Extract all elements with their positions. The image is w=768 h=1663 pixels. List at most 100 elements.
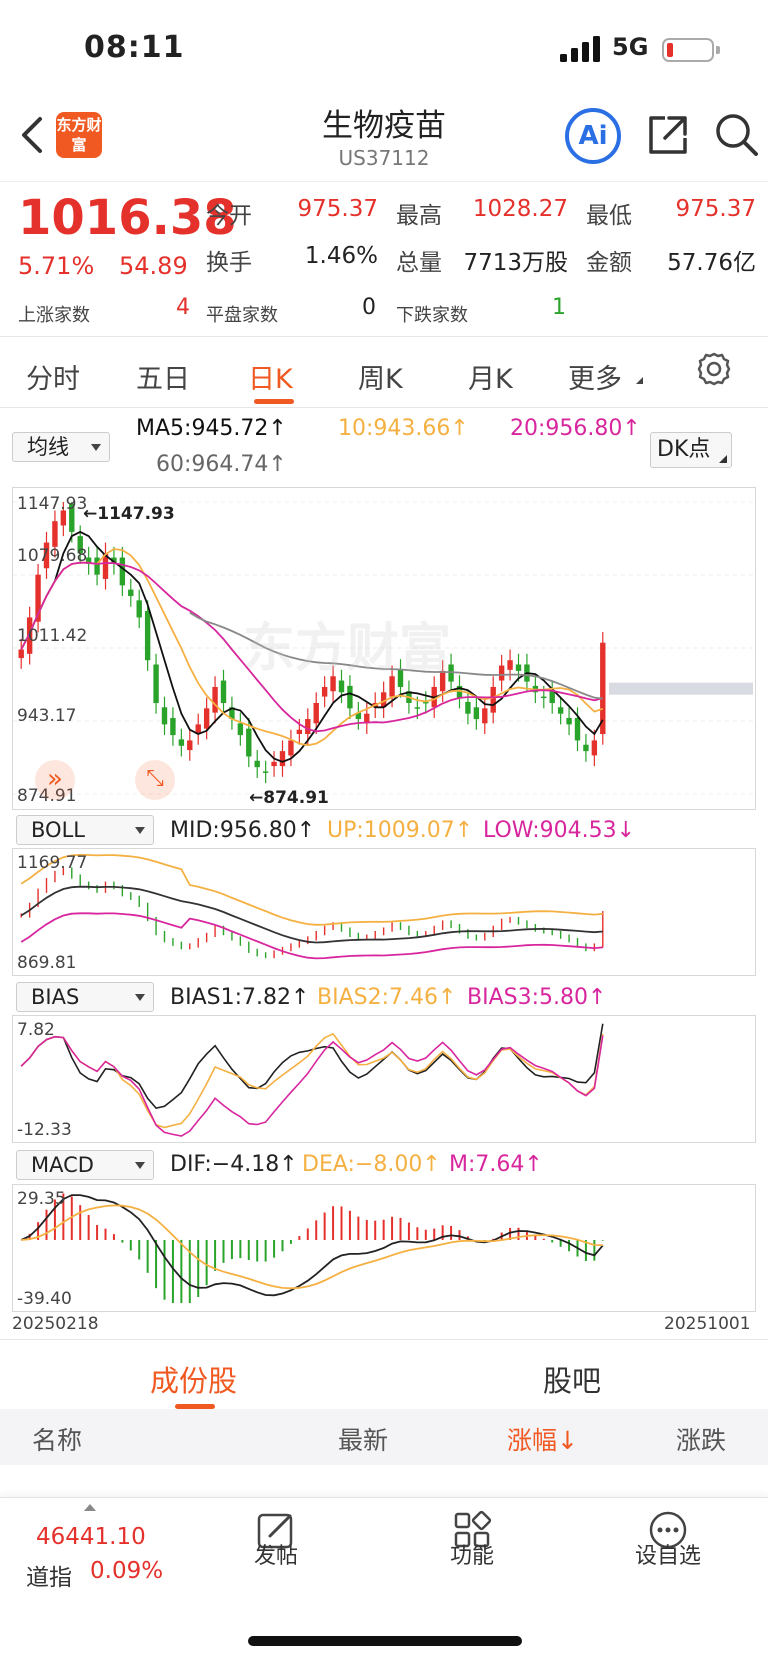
kline-y-4: 943.17 bbox=[17, 706, 77, 726]
candle-body bbox=[237, 723, 244, 736]
macd-chart: 29.35 -39.40 bbox=[12, 1184, 756, 1312]
candle-body bbox=[515, 664, 522, 671]
candle-body bbox=[161, 707, 168, 725]
tab-five-day[interactable]: 五日 bbox=[136, 357, 190, 396]
boll-chart: 1169.77 869.81 bbox=[12, 848, 756, 976]
settings-gear-icon[interactable] bbox=[696, 351, 732, 387]
index-pct[interactable]: 0.09% bbox=[90, 1558, 163, 1584]
boll-up: UP:1009.07↑ bbox=[327, 818, 474, 843]
bias2-line bbox=[20, 1032, 604, 1129]
kline-high-marker: ←1147.93 bbox=[83, 504, 175, 524]
tab-constituents[interactable]: 成份股 bbox=[150, 1358, 237, 1400]
index-value[interactable]: 46441.10 bbox=[36, 1524, 146, 1550]
index-name[interactable]: 道指 bbox=[26, 1558, 72, 1592]
candle-body bbox=[153, 664, 159, 703]
candle-body bbox=[246, 728, 252, 757]
candle-body bbox=[212, 686, 218, 713]
dk-point-button[interactable]: DK点 bbox=[650, 432, 732, 468]
search-icon[interactable] bbox=[712, 110, 760, 158]
tab-monthly-k[interactable]: 月K bbox=[468, 357, 513, 396]
up-count: 4 bbox=[176, 295, 190, 320]
bias-selector[interactable]: BIAS bbox=[16, 982, 154, 1012]
flat-count-label: 平盘家数 bbox=[206, 305, 278, 326]
candle-body bbox=[541, 696, 547, 699]
candle-body bbox=[170, 717, 176, 736]
col-name[interactable]: 名称 bbox=[32, 1421, 82, 1457]
tab-weekly-k[interactable]: 周K bbox=[358, 357, 403, 396]
candle-body bbox=[507, 660, 513, 670]
tab-daily-k[interactable]: 日K bbox=[248, 357, 293, 396]
col-change[interactable]: 涨跌 bbox=[676, 1421, 726, 1457]
candle-body bbox=[313, 702, 319, 724]
more-caret-icon bbox=[636, 377, 643, 384]
column-header: 名称 最新 涨幅↓ 涨跌 bbox=[0, 1409, 768, 1465]
candle-body bbox=[220, 680, 227, 703]
col-latest[interactable]: 最新 bbox=[338, 1421, 388, 1457]
ai-button[interactable]: Ai bbox=[565, 108, 621, 164]
ma-selector[interactable]: 均线 bbox=[12, 432, 110, 462]
boll-selector[interactable]: BOLL bbox=[16, 815, 154, 845]
boll-low: LOW:904.53↓ bbox=[483, 818, 636, 843]
candle-body bbox=[94, 557, 100, 575]
macd-selector[interactable]: MACD bbox=[16, 1150, 154, 1180]
active-tab-underline bbox=[254, 399, 294, 404]
up-count-label: 上涨家数 bbox=[18, 305, 90, 326]
turnover-label: 换手 bbox=[206, 250, 252, 276]
kline-y-2: 1079.68 bbox=[17, 546, 88, 566]
bias-y-bottom: -12.33 bbox=[17, 1120, 72, 1140]
post-button[interactable]: 发帖 bbox=[216, 1538, 336, 1570]
macd-y-top: 29.35 bbox=[17, 1189, 66, 1209]
amount-value: 57.76亿 bbox=[667, 250, 756, 276]
flat-count: 0 bbox=[362, 295, 376, 320]
boll-up-line bbox=[20, 853, 603, 926]
index-expand-icon[interactable] bbox=[84, 1504, 96, 1511]
candle-body bbox=[52, 521, 58, 547]
candle-body bbox=[254, 760, 260, 768]
candle-body bbox=[557, 707, 564, 714]
boll-low-line bbox=[20, 912, 603, 960]
candle-body bbox=[473, 707, 480, 720]
tab-intraday[interactable]: 分时 bbox=[26, 357, 80, 396]
open-label: 今开 bbox=[206, 203, 252, 229]
candle-body bbox=[305, 719, 311, 735]
high-value: 1028.27 bbox=[472, 196, 568, 222]
expand-left-icon[interactable]: » bbox=[35, 760, 75, 800]
col-change-pct[interactable]: 涨幅↓ bbox=[507, 1421, 578, 1457]
period-tabs: 分时 五日 日K 周K 月K 更多 bbox=[0, 336, 768, 408]
date-start: 20250218 bbox=[12, 1314, 99, 1334]
candle-body bbox=[18, 649, 24, 659]
bias-chart: 7.82 -12.33 bbox=[12, 1015, 756, 1143]
candle-body bbox=[178, 739, 185, 746]
change-value: 54.89 bbox=[119, 252, 188, 280]
high-label: 最高 bbox=[396, 203, 442, 229]
candle-body bbox=[288, 740, 294, 756]
tab-more[interactable]: 更多 bbox=[568, 357, 622, 396]
tab-forum[interactable]: 股吧 bbox=[543, 1358, 601, 1400]
macd-dif-line bbox=[20, 1194, 604, 1297]
quote-summary: 1016.38 5.71% 54.89 今开 975.37 最高 1028.27… bbox=[0, 181, 768, 333]
signal-icon bbox=[560, 36, 600, 62]
add-watchlist-button[interactable]: 设自选 bbox=[608, 1538, 728, 1570]
candle-body bbox=[498, 665, 505, 681]
candle-body bbox=[128, 589, 134, 597]
functions-button[interactable]: 功能 bbox=[412, 1538, 532, 1570]
volume-value: 7713万股 bbox=[463, 250, 568, 276]
candle-body bbox=[262, 771, 269, 773]
boll-y-top: 1169.77 bbox=[17, 853, 88, 873]
ma10-value: 10:943.66↑ bbox=[338, 416, 469, 441]
fullscreen-icon[interactable]: ⤡ bbox=[135, 760, 175, 800]
candle-body bbox=[414, 707, 421, 709]
down-count: 1 bbox=[552, 295, 566, 320]
kline-y-top: 1147.93 bbox=[17, 494, 88, 514]
candle-body bbox=[321, 686, 328, 697]
candle-body bbox=[144, 611, 151, 661]
candle-body bbox=[187, 740, 193, 751]
boll-svg bbox=[20, 853, 604, 960]
kline-chart[interactable]: 1147.93 1079.68 1011.42 943.17 874.91 ←1… bbox=[12, 487, 756, 810]
nav-header: 东方财富 生物疫苗 US37112 Ai bbox=[0, 100, 768, 180]
share-icon[interactable] bbox=[645, 112, 691, 158]
candle-body bbox=[566, 717, 572, 725]
bias3-value: BIAS3:5.80↑ bbox=[467, 985, 607, 1010]
sub-tabs: 成份股 股吧 bbox=[0, 1339, 768, 1409]
candle-body bbox=[549, 691, 555, 703]
